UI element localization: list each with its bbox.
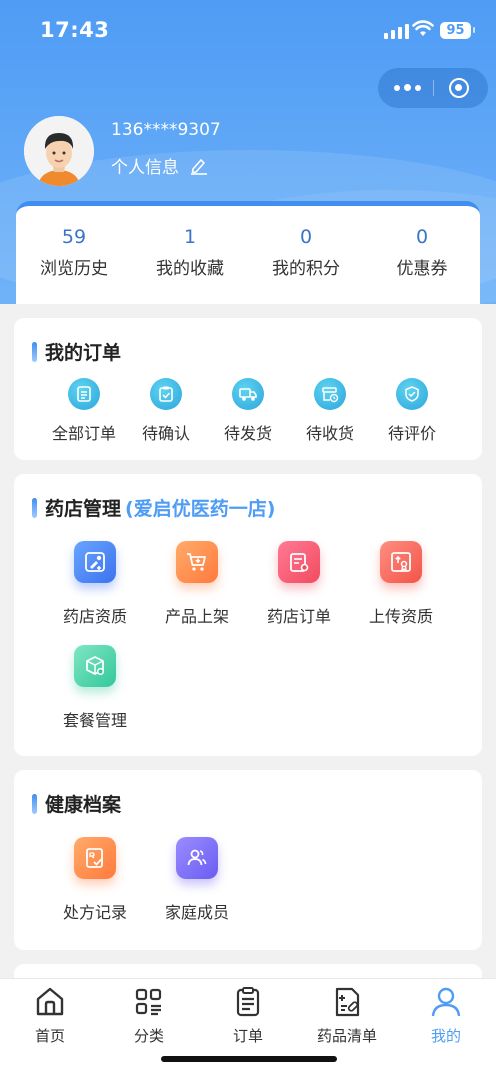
order-gear-icon <box>278 541 320 583</box>
grid-label: 套餐管理 <box>62 711 127 730</box>
stat-value: 0 <box>415 226 429 248</box>
wifi-icon <box>412 20 434 36</box>
stat-value: 1 <box>183 226 197 248</box>
profile-icon <box>431 987 461 1017</box>
stat-points[interactable]: 0 我的积分 <box>248 206 364 304</box>
title-accent-bar <box>32 497 37 518</box>
grid-label: 产品上架 <box>164 607 229 626</box>
category-icon <box>135 988 162 1016</box>
tab-home[interactable]: 首页 <box>0 985 100 1046</box>
order-pending-review[interactable]: 待评价 <box>372 378 452 444</box>
store-name[interactable]: (爱启优医药一店) <box>125 494 275 521</box>
tab-label: 药品清单 <box>316 1027 377 1045</box>
prescription-records[interactable]: 处方记录 <box>45 837 145 923</box>
stat-favorites[interactable]: 1 我的收藏 <box>132 206 248 304</box>
grid-label: 家庭成员 <box>164 903 229 922</box>
capsule-divider <box>433 80 434 96</box>
order-all[interactable]: 全部订单 <box>44 378 124 444</box>
order-label: 待发货 <box>223 424 272 443</box>
order-label: 待收货 <box>305 424 354 443</box>
shield-review-icon <box>396 378 428 410</box>
health-title: 健康档案 <box>45 794 122 816</box>
family-icon <box>176 837 218 879</box>
tab-label: 首页 <box>34 1027 65 1045</box>
order-pending-confirm[interactable]: 待确认 <box>126 378 206 444</box>
stat-label: 我的收藏 <box>156 259 224 279</box>
status-time: 17:43 <box>40 18 110 42</box>
grid-label: 上传资质 <box>368 607 433 626</box>
tab-category[interactable]: 分类 <box>99 985 199 1046</box>
pharmacy-title: 药店管理 <box>45 498 122 520</box>
tab-mine[interactable]: 我的 <box>396 985 496 1046</box>
rx-record-icon <box>74 837 116 879</box>
stat-value: 0 <box>299 226 313 248</box>
tab-label: 订单 <box>232 1027 263 1045</box>
profile-info-link[interactable]: 个人信息 <box>111 153 209 178</box>
edit-icon <box>191 158 207 175</box>
order-label: 待评价 <box>387 424 436 443</box>
upload-license[interactable]: 上传资质 <box>351 541 451 627</box>
section-title: 我的订单 <box>32 338 121 365</box>
stat-label: 浏览历史 <box>40 259 108 279</box>
stat-coupons[interactable]: 0 优惠券 <box>364 206 480 304</box>
list-doc-icon <box>68 378 100 410</box>
box-clock-icon <box>314 378 346 410</box>
avatar[interactable] <box>24 116 94 186</box>
miniprogram-capsule <box>378 68 488 108</box>
stat-label: 优惠券 <box>396 259 448 279</box>
grid-label: 药店订单 <box>266 607 331 626</box>
pharmacy-card: 药店管理 (爱启优医药一店) 药店资质 产品上架 药店订单 上传资质 套餐管理 <box>14 474 482 756</box>
status-bar: 17:43 95 <box>0 0 496 60</box>
pharmacy-orders[interactable]: 药店订单 <box>249 541 349 627</box>
drug-list-icon <box>335 987 360 1017</box>
order-pending-receive[interactable]: 待收货 <box>290 378 370 444</box>
stat-value: 59 <box>61 226 87 248</box>
stat-label: 我的积分 <box>272 259 340 279</box>
health-card: 健康档案 处方记录 家庭成员 <box>14 770 482 950</box>
section-title: 药店管理 (爱启优医药一店) <box>32 494 275 521</box>
tab-drug-list[interactable]: 药品清单 <box>297 985 397 1046</box>
stat-browse-history[interactable]: 59 浏览历史 <box>16 206 132 304</box>
home-indicator <box>161 1056 337 1062</box>
title-accent-bar <box>32 341 37 362</box>
cart-add-icon <box>176 541 218 583</box>
tab-label: 我的 <box>430 1027 461 1045</box>
orders-title: 我的订单 <box>45 342 122 364</box>
package-management[interactable]: 套餐管理 <box>45 645 145 731</box>
user-phone: 136****9307 <box>111 120 221 140</box>
grid-label: 药店资质 <box>62 607 127 626</box>
orders-card: 我的订单 全部订单 待确认 待发货 待收货 待评价 <box>14 318 482 460</box>
tab-orders[interactable]: 订单 <box>198 985 298 1046</box>
truck-icon <box>232 378 264 410</box>
order-icon <box>236 987 260 1017</box>
grid-label: 处方记录 <box>62 903 127 922</box>
profile-info-label: 个人信息 <box>111 158 179 178</box>
package-gear-icon <box>74 645 116 687</box>
order-label: 全部订单 <box>51 424 116 443</box>
license-icon <box>74 541 116 583</box>
order-label: 待确认 <box>141 424 190 443</box>
battery-icon: 95 <box>440 22 475 39</box>
pharmacy-license[interactable]: 药店资质 <box>45 541 145 627</box>
signal-icon <box>384 24 409 39</box>
title-accent-bar <box>32 793 37 814</box>
section-title: 健康档案 <box>32 790 121 817</box>
family-members[interactable]: 家庭成员 <box>147 837 247 923</box>
tab-label: 分类 <box>133 1027 164 1045</box>
home-icon <box>36 987 64 1016</box>
stats-panel: 59 浏览历史 1 我的收藏 0 我的积分 0 优惠券 <box>16 201 480 304</box>
more-icon[interactable] <box>394 84 421 91</box>
close-target-icon[interactable] <box>449 78 469 98</box>
order-pending-ship[interactable]: 待发货 <box>208 378 288 444</box>
upload-cert-icon <box>380 541 422 583</box>
product-listing[interactable]: 产品上架 <box>147 541 247 627</box>
clipboard-check-icon <box>150 378 182 410</box>
